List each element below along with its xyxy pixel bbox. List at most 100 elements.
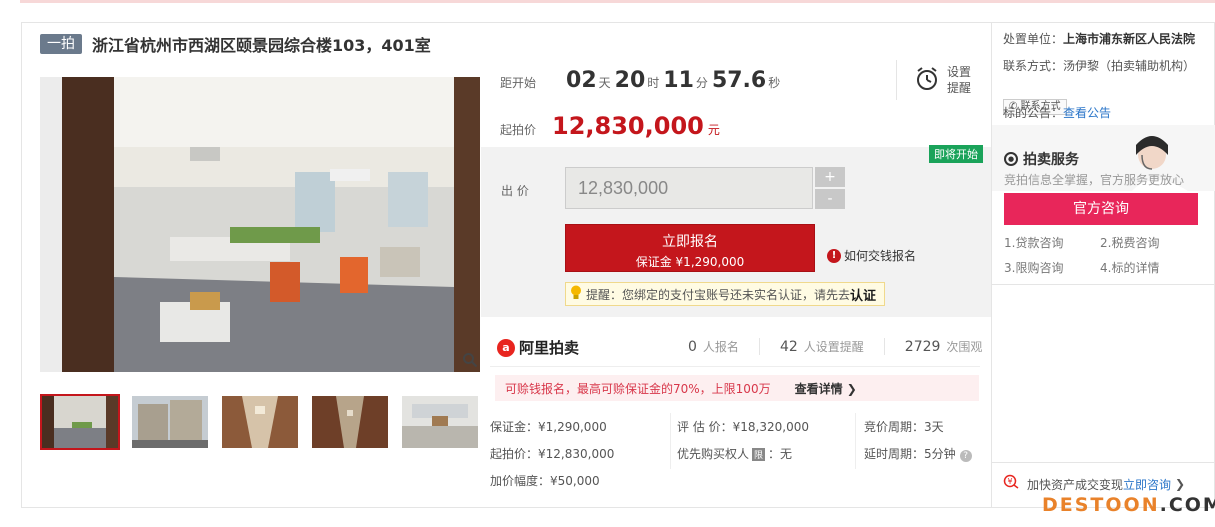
official-consult-button[interactable]: 官方咨询 — [1004, 193, 1198, 225]
service-title-text: 拍卖服务 — [1023, 152, 1079, 168]
restriction-icon: 限 — [752, 448, 766, 461]
countdown-seconds: 57.6 — [711, 68, 767, 93]
set-reminder-button[interactable]: 设置提醒 — [896, 60, 975, 100]
ali-logo-icon: a — [497, 338, 515, 357]
fast-sale-row: ¥ 加快资产成交变现 立即咨询 ❯ — [1003, 474, 1185, 494]
signups-count: 0 — [688, 339, 697, 355]
watermark: DESTOON.COM — [1042, 494, 1215, 516]
views-count: 2729 — [904, 339, 941, 355]
divider — [992, 462, 1215, 463]
ali-auction-logo: a 阿里拍卖 — [497, 337, 579, 358]
notice-row: 标的公告：查看公告 — [1003, 104, 1111, 121]
start-price-unit: 元 — [707, 123, 720, 137]
countdown-seconds-unit: 秒 — [768, 76, 781, 90]
reminders-count: 42 — [779, 339, 798, 355]
loan-consult-link[interactable]: 1.贷款咨询 — [1004, 234, 1100, 251]
stat-signups: 0 人报名 — [660, 338, 759, 355]
verify-link[interactable]: 认证 — [850, 285, 876, 304]
contact-row: 联系方式：汤伊黎（拍卖辅助机构） — [1003, 59, 1196, 73]
bid-stepper: + - — [815, 167, 845, 211]
alarm-clock-icon — [915, 66, 939, 95]
court-label: 处置单位： — [1003, 32, 1064, 46]
appraisal-info: 评 估 价：¥18,320,000 — [677, 420, 809, 434]
item-details-link[interactable]: 4.标的详情 — [1100, 259, 1196, 276]
bid-decrease-button[interactable]: - — [815, 189, 845, 209]
divider — [490, 366, 980, 367]
countdown: 距开始 02 天 20 时 11 分 57.6 秒 — [500, 68, 780, 93]
credit-promo-banner: 可赊钱报名，最高可赊保证金的70%，上限100万 查看详情 ❯ — [495, 375, 979, 401]
service-banner: ● 拍卖服务 竞拍信息全掌握，官方服务更放心 — [992, 125, 1215, 191]
notice-label: 标的公告： — [1003, 106, 1064, 120]
thumbnail-1[interactable] — [40, 394, 120, 450]
thumbnail-5[interactable] — [400, 394, 480, 450]
delay-info: 延时周期：5分钟? — [864, 445, 980, 462]
countdown-hours: 20 — [614, 68, 646, 93]
ali-logo-text: 阿里拍卖 — [519, 339, 580, 357]
page-title: 浙江省杭州市西湖区颐景园综合楼103，401室 — [92, 36, 431, 55]
auction-round-tag: 一拍 — [40, 34, 82, 54]
countdown-label: 距开始 — [500, 76, 537, 90]
chevron-right-icon: ❯ — [1175, 477, 1186, 491]
delay-info-text: 延时周期：5分钟 — [864, 447, 956, 461]
promo-text: 可赊钱报名，最高可赊保证金的70%，上限100万 — [505, 381, 771, 396]
signup-button[interactable]: 立即报名 保证金 ¥1,290,000 — [565, 224, 815, 272]
divider — [855, 413, 856, 469]
purchase-limit-link[interactable]: 3.限购咨询 — [1004, 259, 1100, 276]
service-links: 1.贷款咨询 2.税费咨询 3.限购咨询 4.标的详情 — [1004, 234, 1204, 276]
start-price-label: 起拍价 — [500, 123, 537, 137]
start-price: 起拍价 12,830,000 元 — [500, 112, 720, 140]
priority-buyer-label: 优先购买权人 — [677, 447, 750, 461]
thumbnail-4[interactable] — [310, 394, 390, 450]
how-to-pay-link[interactable]: ! 如何交钱报名 — [827, 247, 916, 264]
signup-button-label: 立即报名 — [662, 234, 718, 250]
auction-details: 保证金：¥1,290,000 评 估 价：¥18,320,000 竞价周期：3天… — [490, 413, 980, 494]
promo-details-link[interactable]: 查看详情 ❯ — [795, 380, 857, 397]
set-reminder-label: 设置提醒 — [947, 65, 972, 95]
auction-service-box: ● 拍卖服务 竞拍信息全掌握，官方服务更放心 官方咨询 1.贷款咨询 2.税费咨… — [992, 122, 1215, 380]
title-row: 一拍 浙江省杭州市西湖区颐景园综合楼103，401室 — [40, 33, 431, 55]
countdown-days: 02 — [566, 68, 597, 93]
countdown-minutes: 11 — [663, 68, 694, 93]
signup-deposit-label: 保证金 ¥1,290,000 — [635, 255, 745, 269]
verification-tip-text: 提醒：您绑定的支付宝账号还未实名认证，请先去 — [586, 287, 851, 302]
zoom-icon[interactable] — [462, 352, 480, 370]
watermark-text: DESTOON — [1042, 494, 1160, 516]
countdown-days-unit: 天 — [598, 76, 611, 90]
service-subtitle: 竞拍信息全掌握，官方服务更放心 — [1004, 173, 1185, 187]
priority-buyer-value: ：无 — [768, 447, 793, 461]
details-row: 加价幅度：¥50,000 — [490, 467, 980, 494]
info-icon: ! — [827, 248, 841, 263]
main-photo[interactable] — [40, 77, 480, 372]
help-icon[interactable]: ? — [959, 450, 972, 462]
bid-amount-input[interactable]: 12,830,000 — [565, 167, 813, 209]
divider — [992, 284, 1215, 285]
stat-reminders: 42 人设置提醒 — [758, 338, 884, 355]
top-accent-bar — [20, 0, 1215, 3]
priority-buyer-info: 优先购买权人限：无 — [677, 445, 864, 462]
countdown-minutes-unit: 分 — [695, 76, 708, 90]
thumbnail-3[interactable] — [220, 394, 300, 450]
tax-consult-link[interactable]: 2.税费咨询 — [1100, 234, 1196, 251]
deposit-info: 保证金：¥1,290,000 — [490, 420, 607, 434]
details-row: 起拍价：¥12,830,000 优先购买权人限：无 延时周期：5分钟? — [490, 440, 980, 467]
thumbnail-2[interactable] — [130, 394, 210, 450]
court-row: 处置单位：上海市浦东新区人民法院 — [1003, 30, 1195, 47]
signups-label: 人报名 — [702, 340, 739, 354]
service-title: ● 拍卖服务 — [1004, 149, 1079, 169]
bid-increase-button[interactable]: + — [815, 167, 845, 187]
stat-views: 2729 次围观 — [883, 338, 1003, 355]
countdown-hours-unit: 时 — [647, 76, 660, 90]
consult-now-link[interactable]: 立即咨询 — [1123, 476, 1171, 493]
status-badge: 即将开始 — [929, 145, 983, 163]
how-to-pay-label: 如何交钱报名 — [844, 249, 917, 263]
notice-link[interactable]: 查看公告 — [1063, 106, 1111, 120]
right-sidebar: 处置单位：上海市浦东新区人民法院 联系方式：汤伊黎（拍卖辅助机构） ✆ 联系方式… — [991, 22, 1215, 508]
thumbnail-strip — [40, 394, 490, 450]
verification-tip: 提醒：您绑定的支付宝账号还未实名认证，请先去 认证 — [565, 282, 886, 306]
bid-label: 出 价 — [501, 184, 529, 198]
asset-icon: ¥ — [1003, 474, 1019, 494]
increment-info: 加价幅度：¥50,000 — [490, 474, 600, 488]
fast-sale-text: 加快资产成交变现 — [1027, 477, 1124, 492]
details-row: 保证金：¥1,290,000 评 估 价：¥18,320,000 竞价周期：3天 — [490, 413, 980, 440]
reminders-label: 人设置提醒 — [803, 340, 864, 354]
